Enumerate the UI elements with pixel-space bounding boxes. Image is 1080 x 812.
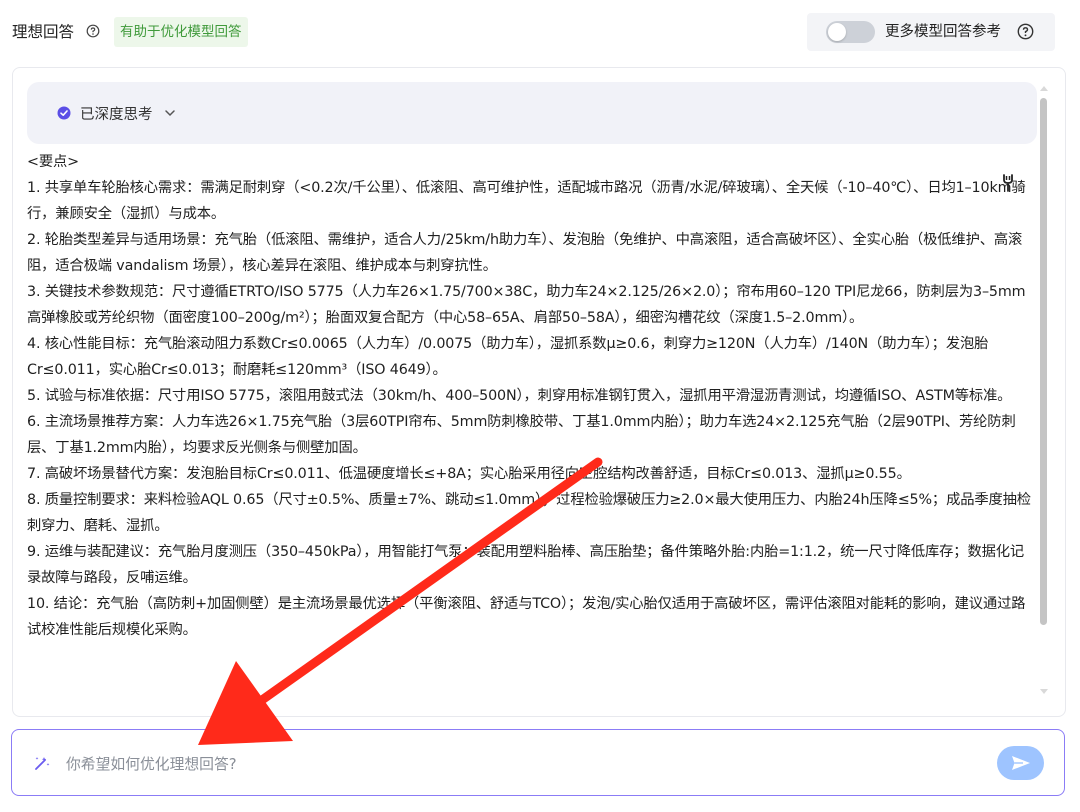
answer-line: 6. 主流场景推荐方案：人力车选26×1.75充气胎（3层60TPI帘布、5mm… [27, 414, 1016, 456]
answer-line: 7. 高破坏场景替代方案：发泡胎目标Cr≤0.011、低温硬度增长≤+8A；实心… [27, 466, 911, 482]
hint-badge: 有助于优化模型回答 [114, 17, 248, 47]
check-circle-icon [57, 106, 71, 120]
scrollbar-thumb[interactable] [1040, 98, 1047, 625]
answer-line: 5. 试验与标准依据：尺寸用ISO 5775，滚阻用鼓式法（30km/h、400… [27, 388, 1012, 404]
chevron-down-icon[interactable] [164, 108, 176, 118]
model-compare-toggle[interactable] [826, 21, 875, 43]
thinking-toggle[interactable] [27, 82, 1037, 144]
model-compare-label: 更多模型回答参考 [885, 24, 1001, 40]
answer-line: 1. 共享单车轮胎核心需求：需满足耐刺穿（<0.2次/千公里）、低滚阻、高可维护… [27, 180, 1026, 222]
help-icon[interactable] [86, 24, 100, 38]
answer-line: 10. 结论：充气胎（高防刺+加固侧壁）是主流场景最优选择（平衡滚阻、舒适与TC… [27, 596, 1026, 638]
compare-help-icon[interactable] [1017, 23, 1034, 40]
scroll-down-arrow[interactable] [1040, 689, 1048, 694]
answer-content: <要点> 1. 共享单车轮胎核心需求：需满足耐刺穿（<0.2次/千公里）、低滚阻… [27, 149, 1037, 643]
scroll-up-arrow[interactable] [1040, 86, 1048, 91]
thinking-label: 已深度思考 [80, 107, 153, 123]
answer-line: 3. 关键技术参数规范：尺寸遵循ETRTO/ISO 5775（人力车26×1.7… [27, 284, 1026, 326]
toggle-knob [828, 23, 846, 41]
optimize-input[interactable] [64, 750, 968, 778]
answer-line: 4. 核心性能目标：充气胎滚动阻力系数Cr≤0.0065（人力车）/0.0075… [27, 336, 989, 378]
send-button[interactable] [997, 746, 1044, 780]
answer-line: 8. 质量控制要求：来料检验AQL 0.65（尺寸±0.5%、质量±7%、跳动≤… [27, 492, 1031, 534]
section-title: 理想回答 [12, 23, 75, 41]
magic-wand-icon [35, 757, 50, 770]
send-icon [1012, 756, 1030, 770]
answer-line: <要点> [27, 154, 79, 170]
answer-line: 2. 轮胎类型差异与适用场景：充气胎（低滚阻、需维护，适合人力/25km/h助力… [27, 232, 1023, 274]
answer-line: 9. 运维与装配建议：充气胎月度测压（350–450kPa），用智能打气泵；装配… [27, 544, 1025, 586]
